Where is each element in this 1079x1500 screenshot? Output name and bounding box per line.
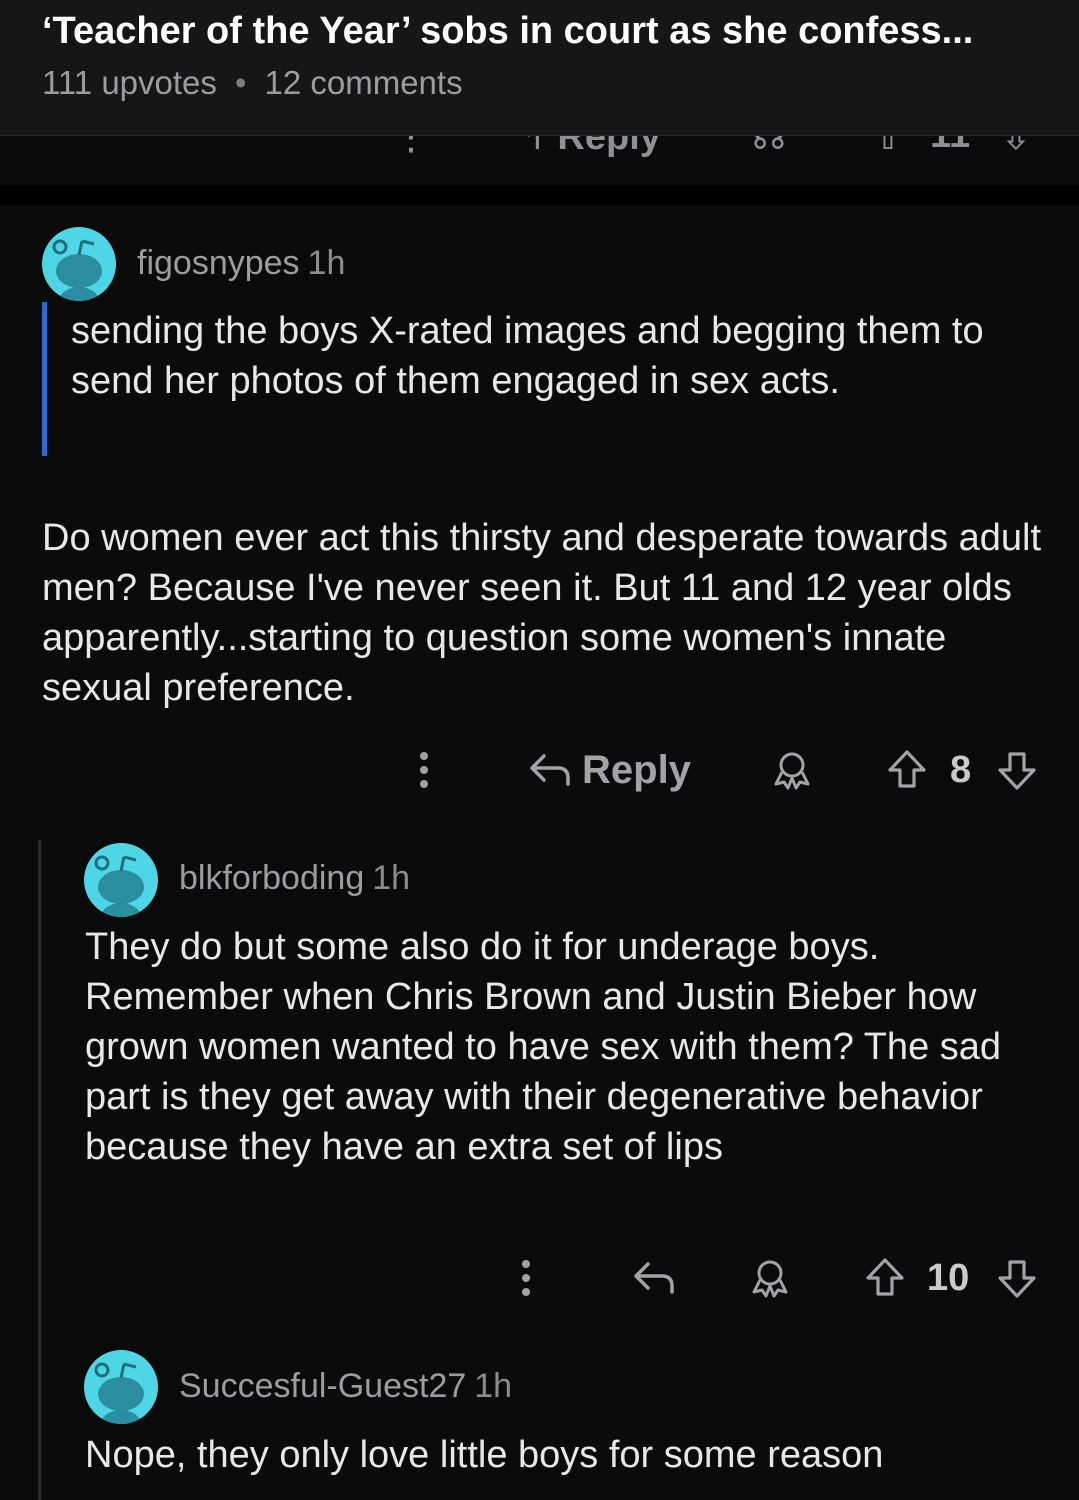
snoo-avatar-icon (94, 1362, 144, 1424)
post-header[interactable]: ‘Teacher of the Year’ sobs in court as s… (0, 0, 1079, 136)
vote-score: 10 (927, 1256, 970, 1299)
quote-bar (42, 302, 47, 456)
comment-actions: 10 (0, 1248, 1079, 1308)
avatar[interactable] (42, 227, 116, 301)
comment-author[interactable]: blkforboding 1h (179, 859, 410, 898)
previous-comment-actions: ⋮ ↰ Reply ☊ ⇧ 11 ⇩ (0, 136, 1079, 160)
comment-body: Nope, they only love little boys for som… (85, 1434, 884, 1476)
upvote-count: 111 upvotes (42, 64, 217, 101)
comment-body: They do but some also do it for underage… (85, 926, 1002, 1168)
award-icon[interactable] (748, 1248, 792, 1308)
more-options-icon[interactable] (515, 1248, 537, 1308)
upvote-icon[interactable] (864, 1248, 906, 1308)
comment-body: Do women ever act this thirsty and despe… (42, 517, 1042, 709)
post-meta: 111 upvotes • 12 comments (42, 64, 463, 102)
reply-button[interactable]: Reply (528, 740, 691, 800)
separator-dot: • (234, 64, 247, 101)
upvote-icon[interactable]: ⇧ (872, 136, 904, 159)
more-options-icon[interactable] (413, 740, 435, 800)
vote-score: 8 (950, 748, 972, 791)
reply-icon (634, 1262, 674, 1294)
comment-separator (0, 185, 1079, 205)
comment-actions: Reply 8 (0, 740, 1079, 800)
downvote-icon[interactable] (996, 1248, 1038, 1308)
comment-author[interactable]: figosnypes 1h (137, 244, 345, 283)
award-icon[interactable]: ☊ (752, 136, 786, 159)
vote-score: 11 (930, 136, 970, 157)
thread-line[interactable] (38, 840, 41, 1500)
reply-button[interactable] (632, 1248, 676, 1308)
avatar[interactable] (84, 1350, 158, 1424)
avatar[interactable] (84, 843, 158, 917)
comment-timestamp: 1h (372, 859, 411, 897)
comment-timestamp: 1h (307, 244, 346, 282)
reply-icon: ↰ (515, 136, 547, 158)
more-options-icon[interactable]: ⋮ (392, 136, 430, 159)
reply-button[interactable]: ↰ Reply (515, 136, 661, 159)
award-icon[interactable] (770, 740, 814, 800)
comment-author[interactable]: Succesful-Guest27 1h (179, 1367, 512, 1406)
comment-count: 12 comments (264, 64, 463, 101)
snoo-avatar-icon (52, 239, 102, 301)
upvote-icon[interactable] (886, 740, 928, 800)
reply-icon (530, 754, 570, 786)
snoo-avatar-icon (94, 855, 144, 917)
downvote-icon[interactable] (996, 740, 1038, 800)
post-title[interactable]: ‘Teacher of the Year’ sobs in court as s… (42, 10, 1052, 53)
comment-timestamp: 1h (474, 1367, 513, 1405)
downvote-icon[interactable]: ⇩ (1000, 136, 1032, 159)
quoted-text: sending the boys X-rated images and begg… (71, 310, 984, 402)
